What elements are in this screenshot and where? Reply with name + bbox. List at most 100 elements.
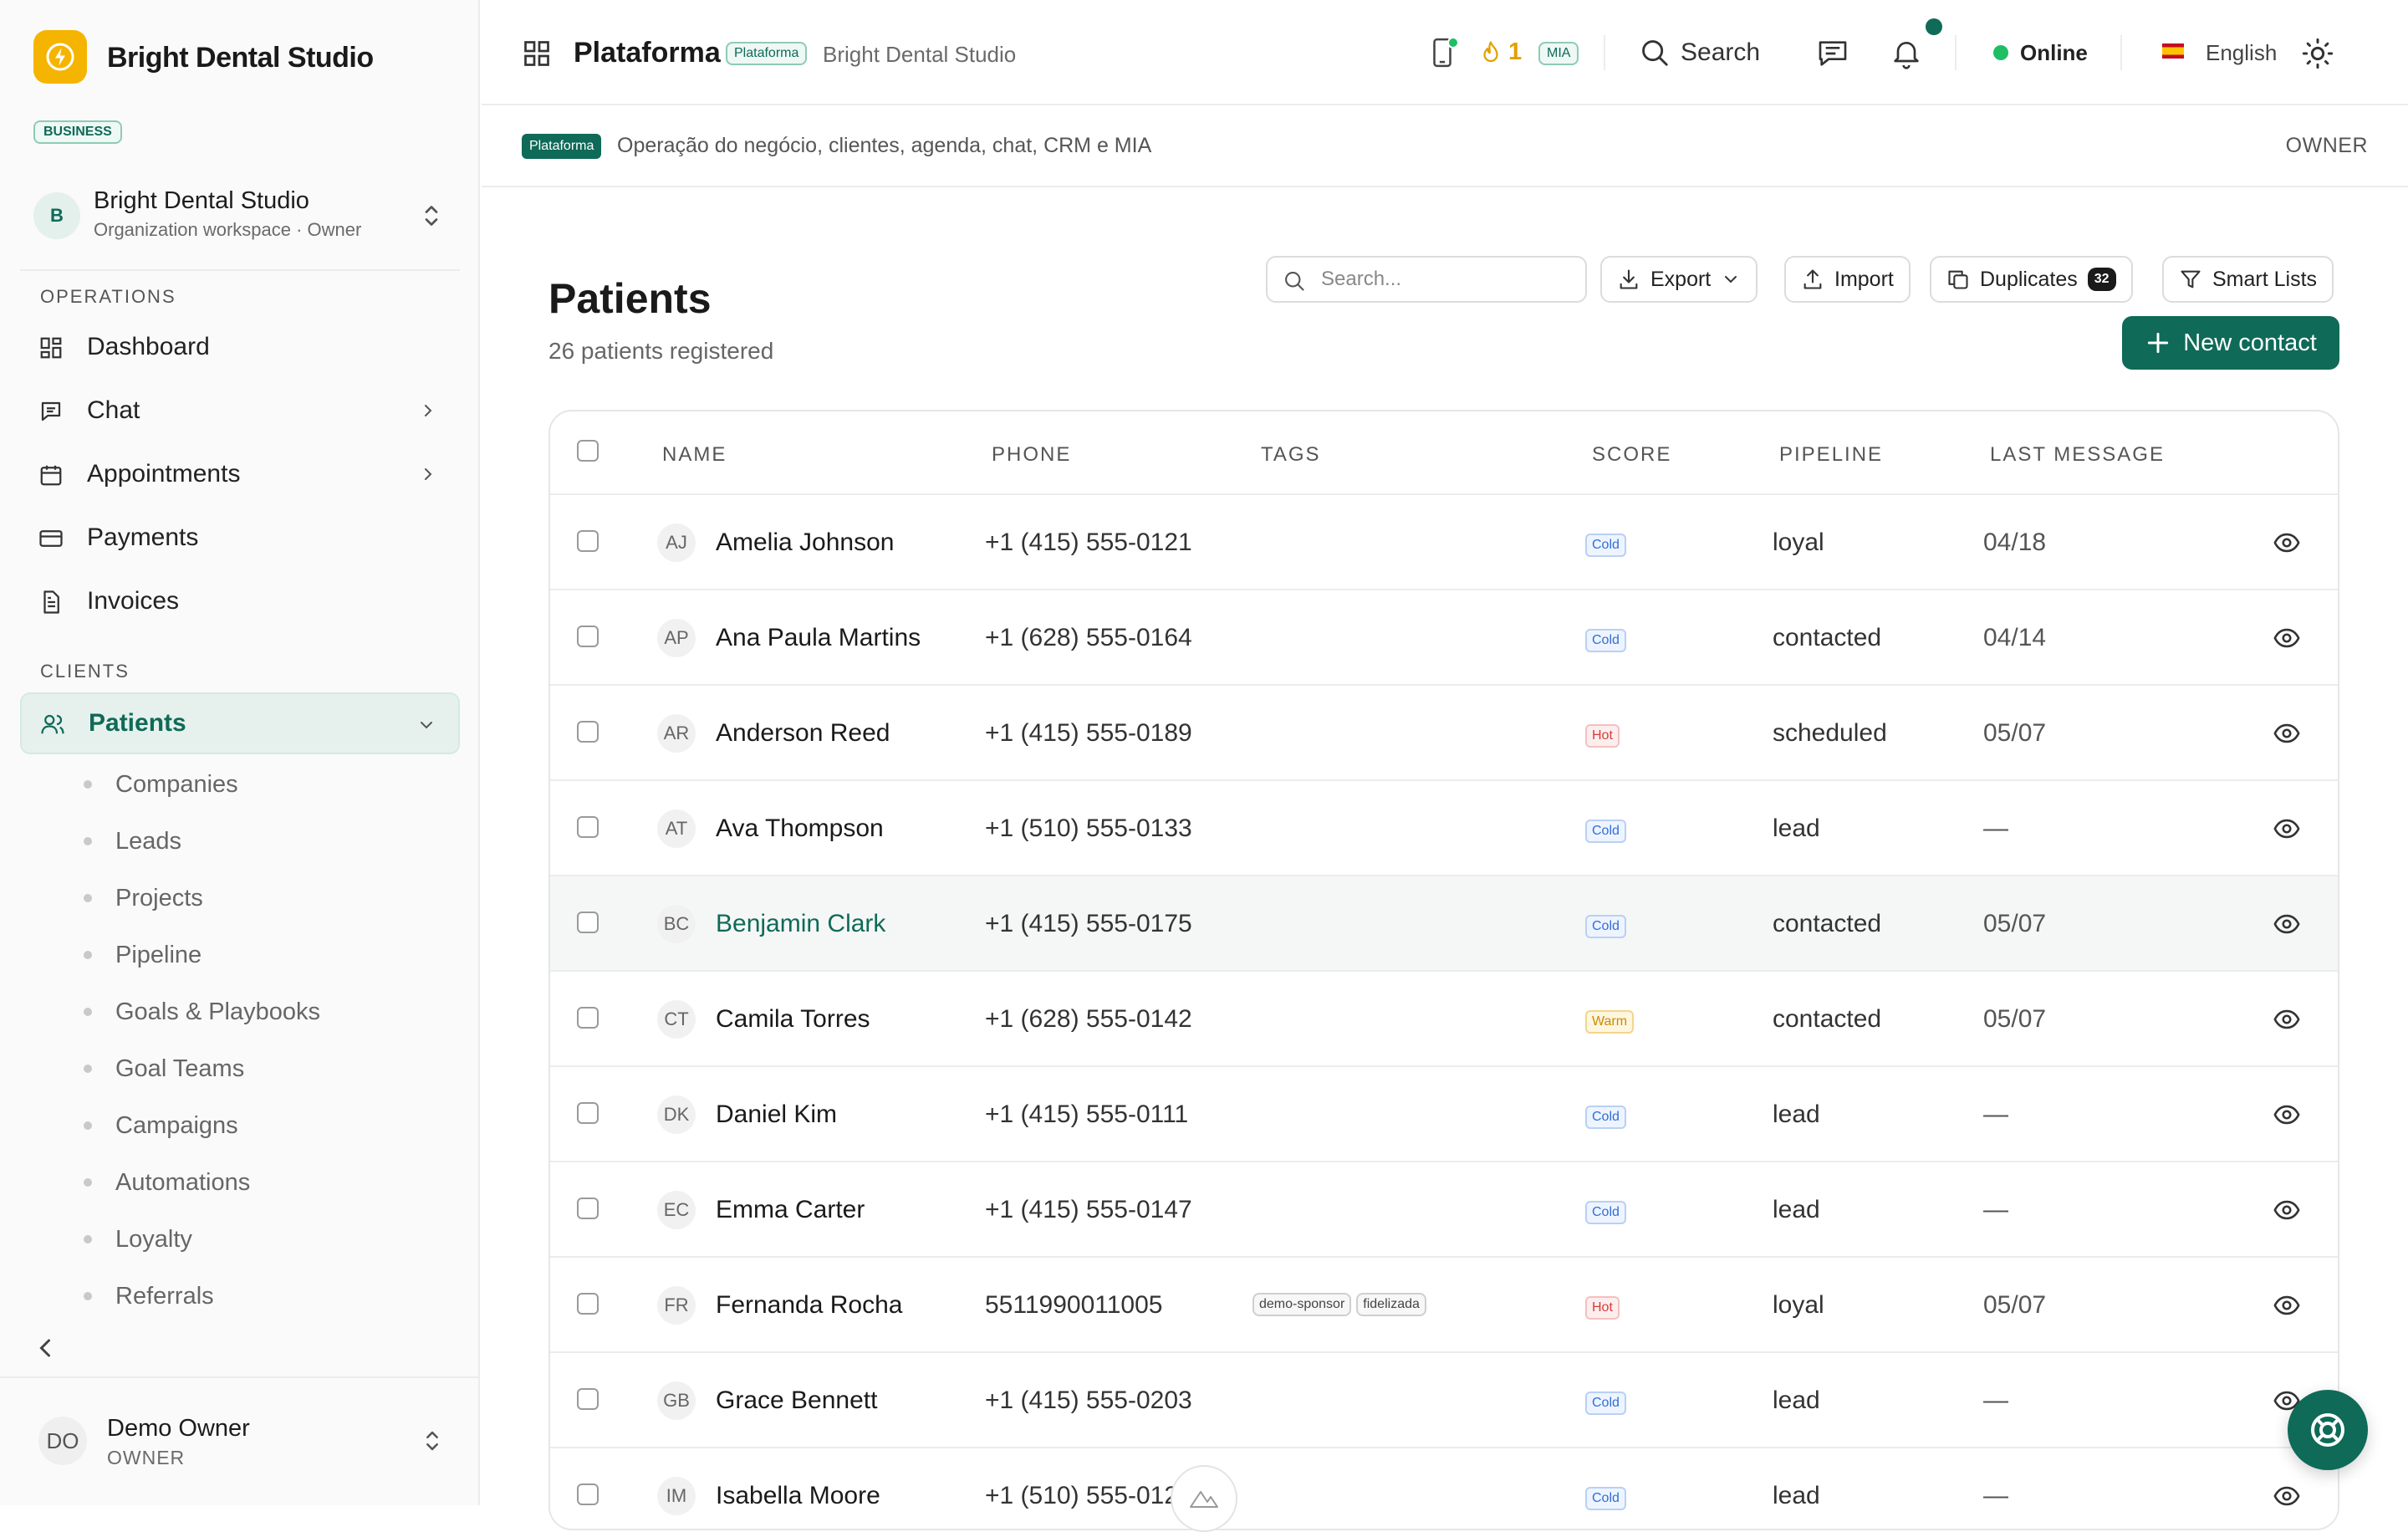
sidebar-item-chat[interactable]: Chat	[20, 381, 460, 440]
page-subtitle: 26 patients registered	[548, 338, 774, 364]
view-eye-icon[interactable]	[2273, 1291, 2301, 1320]
patient-name-link[interactable]: Ava Thompson	[716, 815, 884, 843]
pipeline-stage: lead	[1773, 1482, 1820, 1509]
sidebar-item-invoices[interactable]: Invoices	[20, 572, 460, 631]
collapse-sidebar-icon[interactable]	[30, 1333, 60, 1363]
table-row[interactable]: DK Daniel Kim +1 (415) 555-0111 Cold lead —	[550, 1067, 2338, 1162]
global-search-button[interactable]: Search	[1681, 38, 1760, 67]
sidebar-subitem-goals-playbooks[interactable]: Goals & Playbooks	[84, 991, 320, 1033]
sidebar-subitem-automations[interactable]: Automations	[84, 1162, 250, 1203]
table-row[interactable]: BC Benjamin Clark +1 (415) 555-0175 Cold con…	[550, 876, 2338, 972]
search-icon[interactable]	[1639, 37, 1671, 69]
last-message-date: —	[1983, 815, 2008, 842]
language-selector[interactable]: English	[2206, 40, 2277, 66]
table-row[interactable]: AP Ana Paula Martins +1 (628) 555-0164 Cold…	[550, 590, 2338, 686]
view-eye-icon[interactable]	[2273, 910, 2301, 938]
patient-search-field[interactable]	[1266, 256, 1587, 303]
column-header-score[interactable]: SCORE	[1592, 443, 1671, 467]
column-header-name[interactable]: NAME	[662, 443, 727, 467]
smart-lists-button[interactable]: Smart Lists	[2162, 256, 2334, 303]
patient-name-link[interactable]: Daniel Kim	[716, 1100, 837, 1129]
user-menu[interactable]: DO Demo Owner OWNER	[20, 1398, 460, 1482]
row-checkbox[interactable]	[577, 1198, 599, 1219]
table-row[interactable]: GB Grace Bennett +1 (415) 555-0203 Cold lead…	[550, 1353, 2338, 1448]
table-row[interactable]: AT Ava Thompson +1 (510) 555-0133 Cold lead —	[550, 781, 2338, 876]
sidebar-item-patients[interactable]: Patients	[20, 692, 460, 754]
row-checkbox[interactable]	[577, 912, 599, 933]
section-badge: Plataforma	[726, 42, 808, 65]
scroll-indicator[interactable]	[1171, 1465, 1237, 1532]
sidebar-item-appointments[interactable]: Appointments	[20, 445, 460, 503]
search-input[interactable]	[1319, 258, 1579, 301]
patient-name-link[interactable]: Grace Bennett	[716, 1386, 877, 1415]
view-eye-icon[interactable]	[2273, 815, 2301, 843]
patient-name-link[interactable]: Amelia Johnson	[716, 529, 894, 557]
view-eye-icon[interactable]	[2273, 529, 2301, 557]
row-checkbox[interactable]	[577, 816, 599, 838]
table-row[interactable]: AR Anderson Reed +1 (415) 555-0189 Hot sched…	[550, 686, 2338, 781]
top-bar: Plataforma Plataforma Bright Dental Stud…	[482, 0, 2408, 105]
patient-name-link[interactable]: Emma Carter	[716, 1196, 865, 1224]
table-row[interactable]: CT Camila Torres +1 (628) 555-0142 Warm cont…	[550, 972, 2338, 1067]
sidebar-subitem-companies[interactable]: Companies	[84, 763, 238, 805]
patient-name-link[interactable]: Ana Paula Martins	[716, 624, 921, 652]
view-eye-icon[interactable]	[2273, 1482, 2301, 1510]
flame-icon[interactable]	[1478, 38, 1503, 67]
sidebar-subitem-leads[interactable]: Leads	[84, 820, 181, 862]
sidebar-subitem-campaigns[interactable]: Campaigns	[84, 1105, 238, 1146]
view-eye-icon[interactable]	[2273, 719, 2301, 748]
duplicates-button[interactable]: Duplicates 32	[1930, 256, 2133, 303]
view-eye-icon[interactable]	[2273, 624, 2301, 652]
row-checkbox[interactable]	[577, 1293, 599, 1315]
view-eye-icon[interactable]	[2273, 1005, 2301, 1034]
view-eye-icon[interactable]	[2273, 1100, 2301, 1129]
sidebar-subitem-referrals[interactable]: Referrals	[84, 1275, 214, 1317]
last-message-date: —	[1983, 1100, 2008, 1128]
row-checkbox[interactable]	[577, 1007, 599, 1029]
row-checkbox[interactable]	[577, 530, 599, 552]
patient-name-link[interactable]: Camila Torres	[716, 1005, 870, 1034]
sun-icon[interactable]	[2301, 37, 2334, 70]
row-checkbox[interactable]	[577, 626, 599, 647]
sidebar-subitem-loyalty[interactable]: Loyalty	[84, 1218, 192, 1260]
import-label: Import	[1834, 267, 1894, 291]
patient-name-link[interactable]: Fernanda Rocha	[716, 1291, 902, 1320]
mia-badge[interactable]: MIA	[1538, 42, 1579, 65]
divider	[2120, 35, 2122, 70]
patient-name-link[interactable]: Anderson Reed	[716, 719, 890, 748]
help-fab-button[interactable]	[2288, 1390, 2368, 1470]
column-header-last-message[interactable]: LAST MESSAGE	[1990, 443, 2165, 467]
row-checkbox[interactable]	[577, 721, 599, 743]
new-contact-button[interactable]: New contact	[2122, 316, 2339, 370]
divider	[0, 1376, 480, 1378]
row-checkbox[interactable]	[577, 1388, 599, 1410]
bell-icon[interactable]	[1890, 35, 1923, 70]
table-row[interactable]: EC Emma Carter +1 (415) 555-0147 Cold lead —	[550, 1162, 2338, 1258]
sidebar-item-dashboard[interactable]: Dashboard	[20, 318, 460, 376]
smart-lists-label: Smart Lists	[2212, 267, 2318, 291]
row-checkbox[interactable]	[577, 1483, 599, 1505]
patient-name-link[interactable]: Benjamin Clark	[716, 910, 885, 938]
select-all-checkbox[interactable]	[577, 440, 599, 462]
table-row[interactable]: AJ Amelia Johnson +1 (415) 555-0121 Cold loy…	[550, 495, 2338, 590]
column-header-phone[interactable]: PHONE	[992, 443, 1071, 467]
sidebar-subitem-pipeline[interactable]: Pipeline	[84, 934, 202, 976]
online-status[interactable]: Online	[2020, 40, 2088, 66]
table-row[interactable]: IM Isabella Moore +1 (510) 555-012 Cold lead…	[550, 1448, 2338, 1529]
column-header-tags[interactable]: TAGS	[1261, 443, 1321, 467]
messages-icon[interactable]	[1816, 37, 1849, 70]
sidebar-subitem-goal-teams[interactable]: Goal Teams	[84, 1048, 244, 1090]
pipeline-stage: contacted	[1773, 624, 1882, 651]
org-switcher[interactable]: B Bright Dental Studio Organization work…	[20, 174, 460, 261]
patient-name-link[interactable]: Isabella Moore	[716, 1482, 880, 1510]
sidebar-item-payments[interactable]: Payments	[20, 508, 460, 567]
row-checkbox[interactable]	[577, 1102, 599, 1124]
view-eye-icon[interactable]	[2273, 1196, 2301, 1224]
column-header-pipeline[interactable]: PIPELINE	[1779, 443, 1883, 467]
import-button[interactable]: Import	[1784, 256, 1911, 303]
sidebar-subitem-projects[interactable]: Projects	[84, 877, 203, 919]
brand-logo[interactable]	[33, 30, 87, 84]
export-button[interactable]: Export	[1600, 256, 1758, 303]
table-row[interactable]: FR Fernanda Rocha 5511990011005 demo-sponso…	[550, 1258, 2338, 1353]
apps-grid-icon[interactable]	[522, 38, 552, 69]
